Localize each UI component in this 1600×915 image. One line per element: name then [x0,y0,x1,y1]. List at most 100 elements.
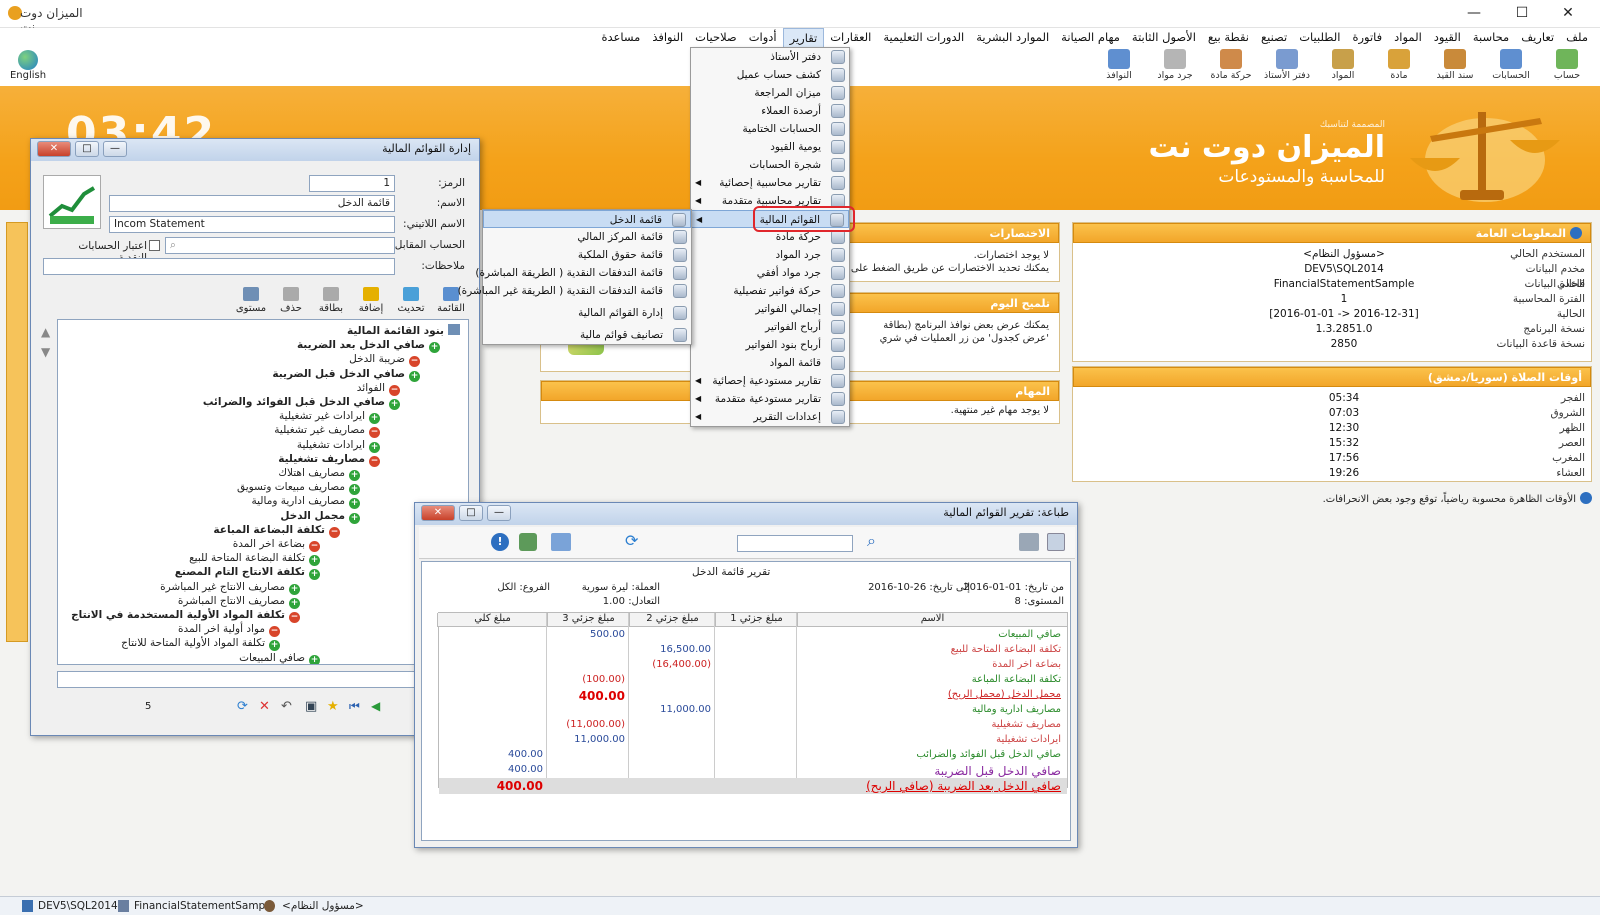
tree-node[interactable]: +مصاريف مبيعات وتسويق [237,480,360,496]
toolbar-button[interactable]: مادة [1372,48,1426,86]
tree-node[interactable]: +تكلفة البضاعة المتاحة للبيع [189,551,320,567]
menu-item[interactable]: تعاريف [1515,28,1560,48]
fs-maximize-button[interactable]: □ [75,141,99,157]
fs-minimize-button[interactable]: — [103,141,127,157]
fs-close-button[interactable]: ✕ [37,141,71,157]
undo-icon[interactable]: ↶ [281,699,292,714]
tree-node[interactable]: −بضاعة اخر المدة [233,537,320,552]
menu-item[interactable]: الطلبيات [1293,28,1346,48]
menu-item[interactable]: الموارد البشرية [970,28,1055,48]
refresh-icon[interactable]: ⟳ [237,699,248,714]
reports-menu-item[interactable]: كشف حساب عميل [691,66,849,84]
move-down-icon[interactable]: ▼ [41,345,50,359]
fs-tool-button[interactable]: إضافة [351,287,391,317]
save-icon[interactable]: ▣ [305,699,317,714]
preview-icon[interactable] [1047,533,1065,551]
tree-node[interactable]: +مصاريف اهتلاك [278,466,360,481]
fs-tool-button[interactable]: مستوى [231,287,271,317]
reports-menu-item[interactable]: ميزان المراجعة [691,84,849,102]
reports-menu-item[interactable]: جرد المواد [691,246,849,264]
tree-node[interactable]: −مصاريف غير تشغيلية [274,423,380,439]
toolbar-button[interactable]: المواد [1316,48,1370,86]
cash-accounts-checkbox[interactable] [149,240,160,251]
refresh-icon[interactable]: ⟳ [625,531,638,550]
tree-node[interactable]: −تكلفة المواد الأولية المستخدمة في الانت… [71,608,300,623]
submenu-item[interactable]: قائمة التدفقات النقدية ( الطريقة غير الم… [458,282,691,300]
export-icon[interactable] [519,533,537,551]
tree-node[interactable]: + صافي المبيعات [239,651,320,664]
tree-node[interactable]: −الفوائد [357,381,400,396]
delete-icon[interactable]: ✕ [259,699,270,714]
tree-node[interactable]: +ايرادات تشغيلية [297,438,380,453]
menu-item[interactable]: العقارات [824,28,877,48]
notes-input[interactable] [43,258,395,275]
print-search-icon[interactable]: ⌕ [867,531,876,551]
level-value[interactable]: 5 [145,701,151,712]
fs-items-tree[interactable]: بنود القائمة المالية + صافي الدخل بعد الضر… [57,319,469,665]
menu-item[interactable]: الأصول الثابتة [1126,28,1202,48]
reports-menu-item[interactable]: قائمة المواد [691,354,849,372]
tree-node[interactable]: + صافي الدخل بعد الضريبة [297,338,440,354]
tree-node[interactable]: −ضريبة الدخل [349,352,420,368]
toolbar-button[interactable]: جرد مواد [1148,48,1202,86]
tree-node[interactable]: −تكلفة البضاعة المباعة [213,523,340,538]
tree-node[interactable]: +مصاريف الانتاج غير المباشرة [160,580,300,595]
menu-item[interactable]: ملف [1560,28,1594,48]
toolbar-button[interactable]: الحسابات [1484,48,1538,86]
print-close-button[interactable]: ✕ [421,505,455,521]
reports-menu-item[interactable]: تقارير مستودعية متقدمة ◀ [691,390,849,408]
submenu-item[interactable]: قائمة الدخل [483,210,691,228]
tree-node[interactable]: + تكلفة الانتاج التام المصنع [175,565,320,581]
menu-item[interactable]: الدورات التعليمية [877,28,970,48]
toolbar-button[interactable]: حساب [1540,48,1594,86]
tree-node[interactable]: +مصاريف ادارية ومالية [252,494,360,510]
tree-node[interactable]: +تكلفة المواد الأولية المتاحة للانتاج [121,636,280,652]
page-setup-icon[interactable] [551,533,571,551]
fs-tool-button[interactable]: تحديث [391,287,431,317]
toolbar-button[interactable]: سند القيد [1428,48,1482,86]
fs-tool-button[interactable]: بطاقة [311,287,351,317]
submenu-item[interactable]: إدارة القوائم المالية [483,304,691,322]
fs-tool-button[interactable]: حذف [271,287,311,317]
reports-menu-item[interactable]: الحسابات الختامية [691,120,849,138]
fs-bottom-input[interactable] [57,671,469,688]
toolbar-button[interactable]: حركة مادة [1204,48,1258,86]
menu-item[interactable]: صلاحيات [689,28,743,48]
reports-menu-item[interactable]: تقارير مستودعية إحصائية ◀ [691,372,849,390]
menu-item[interactable]: القيود [1428,28,1467,48]
submenu-item[interactable]: قائمة المركز المالي [483,228,691,246]
tree-node[interactable]: +ايرادات غير تشغيلية [279,409,380,425]
toolbar-button[interactable]: النوافذ [1092,48,1146,86]
reports-menu-item[interactable]: تقارير محاسبية إحصائية ◀ [691,174,849,192]
maximize-button[interactable]: ☐ [1504,2,1540,24]
menu-item[interactable]: المواد [1388,28,1428,48]
reports-menu-item[interactable]: يومية القيود [691,138,849,156]
menu-item[interactable]: نقطة بيع [1202,28,1255,48]
menu-item[interactable]: محاسبة [1467,28,1515,48]
name-input[interactable]: قائمة الدخل [109,195,395,212]
code-input[interactable]: 1 [309,175,395,192]
contra-account-input[interactable]: ⌕ [165,237,395,254]
print-maximize-button[interactable]: □ [459,505,483,521]
tree-node[interactable]: −مصاريف تشغيلية [278,452,380,467]
print-search-input[interactable] [737,535,853,552]
reports-menu-item[interactable]: شجرة الحسابات [691,156,849,174]
submenu-item[interactable]: تصانيف قوائم مالية [483,326,691,344]
language-button[interactable]: English [8,50,48,81]
reports-menu-item[interactable]: جرد مواد أفقي [691,264,849,282]
reports-menu-item[interactable]: أرباح بنود الفواتير [691,336,849,354]
tree-node[interactable]: + مجمل الدخل [280,509,360,524]
tree-node[interactable]: +مصاريف الانتاج المباشرة [178,594,300,609]
submenu-item[interactable]: قائمة التدفقات النقدية ( الطريقة المباشر… [475,264,691,282]
menu-item[interactable]: مهام الصيانة [1055,28,1126,48]
menu-item[interactable]: تقارير [782,28,825,48]
move-up-icon[interactable]: ▲ [41,325,50,339]
tree-node[interactable]: −مواد أولية اخر المدة [178,622,280,638]
print-icon[interactable] [1019,533,1039,551]
submenu-item[interactable]: قائمة حقوق الملكية [483,246,691,264]
menu-item[interactable]: فاتورة [1346,28,1388,48]
minimize-button[interactable]: — [1456,2,1492,24]
first-record-icon[interactable]: ⏮ [349,699,360,714]
reports-menu-item[interactable]: إعدادات التقرير ◀ [691,408,849,426]
menu-item[interactable]: تصنيع [1255,28,1293,48]
